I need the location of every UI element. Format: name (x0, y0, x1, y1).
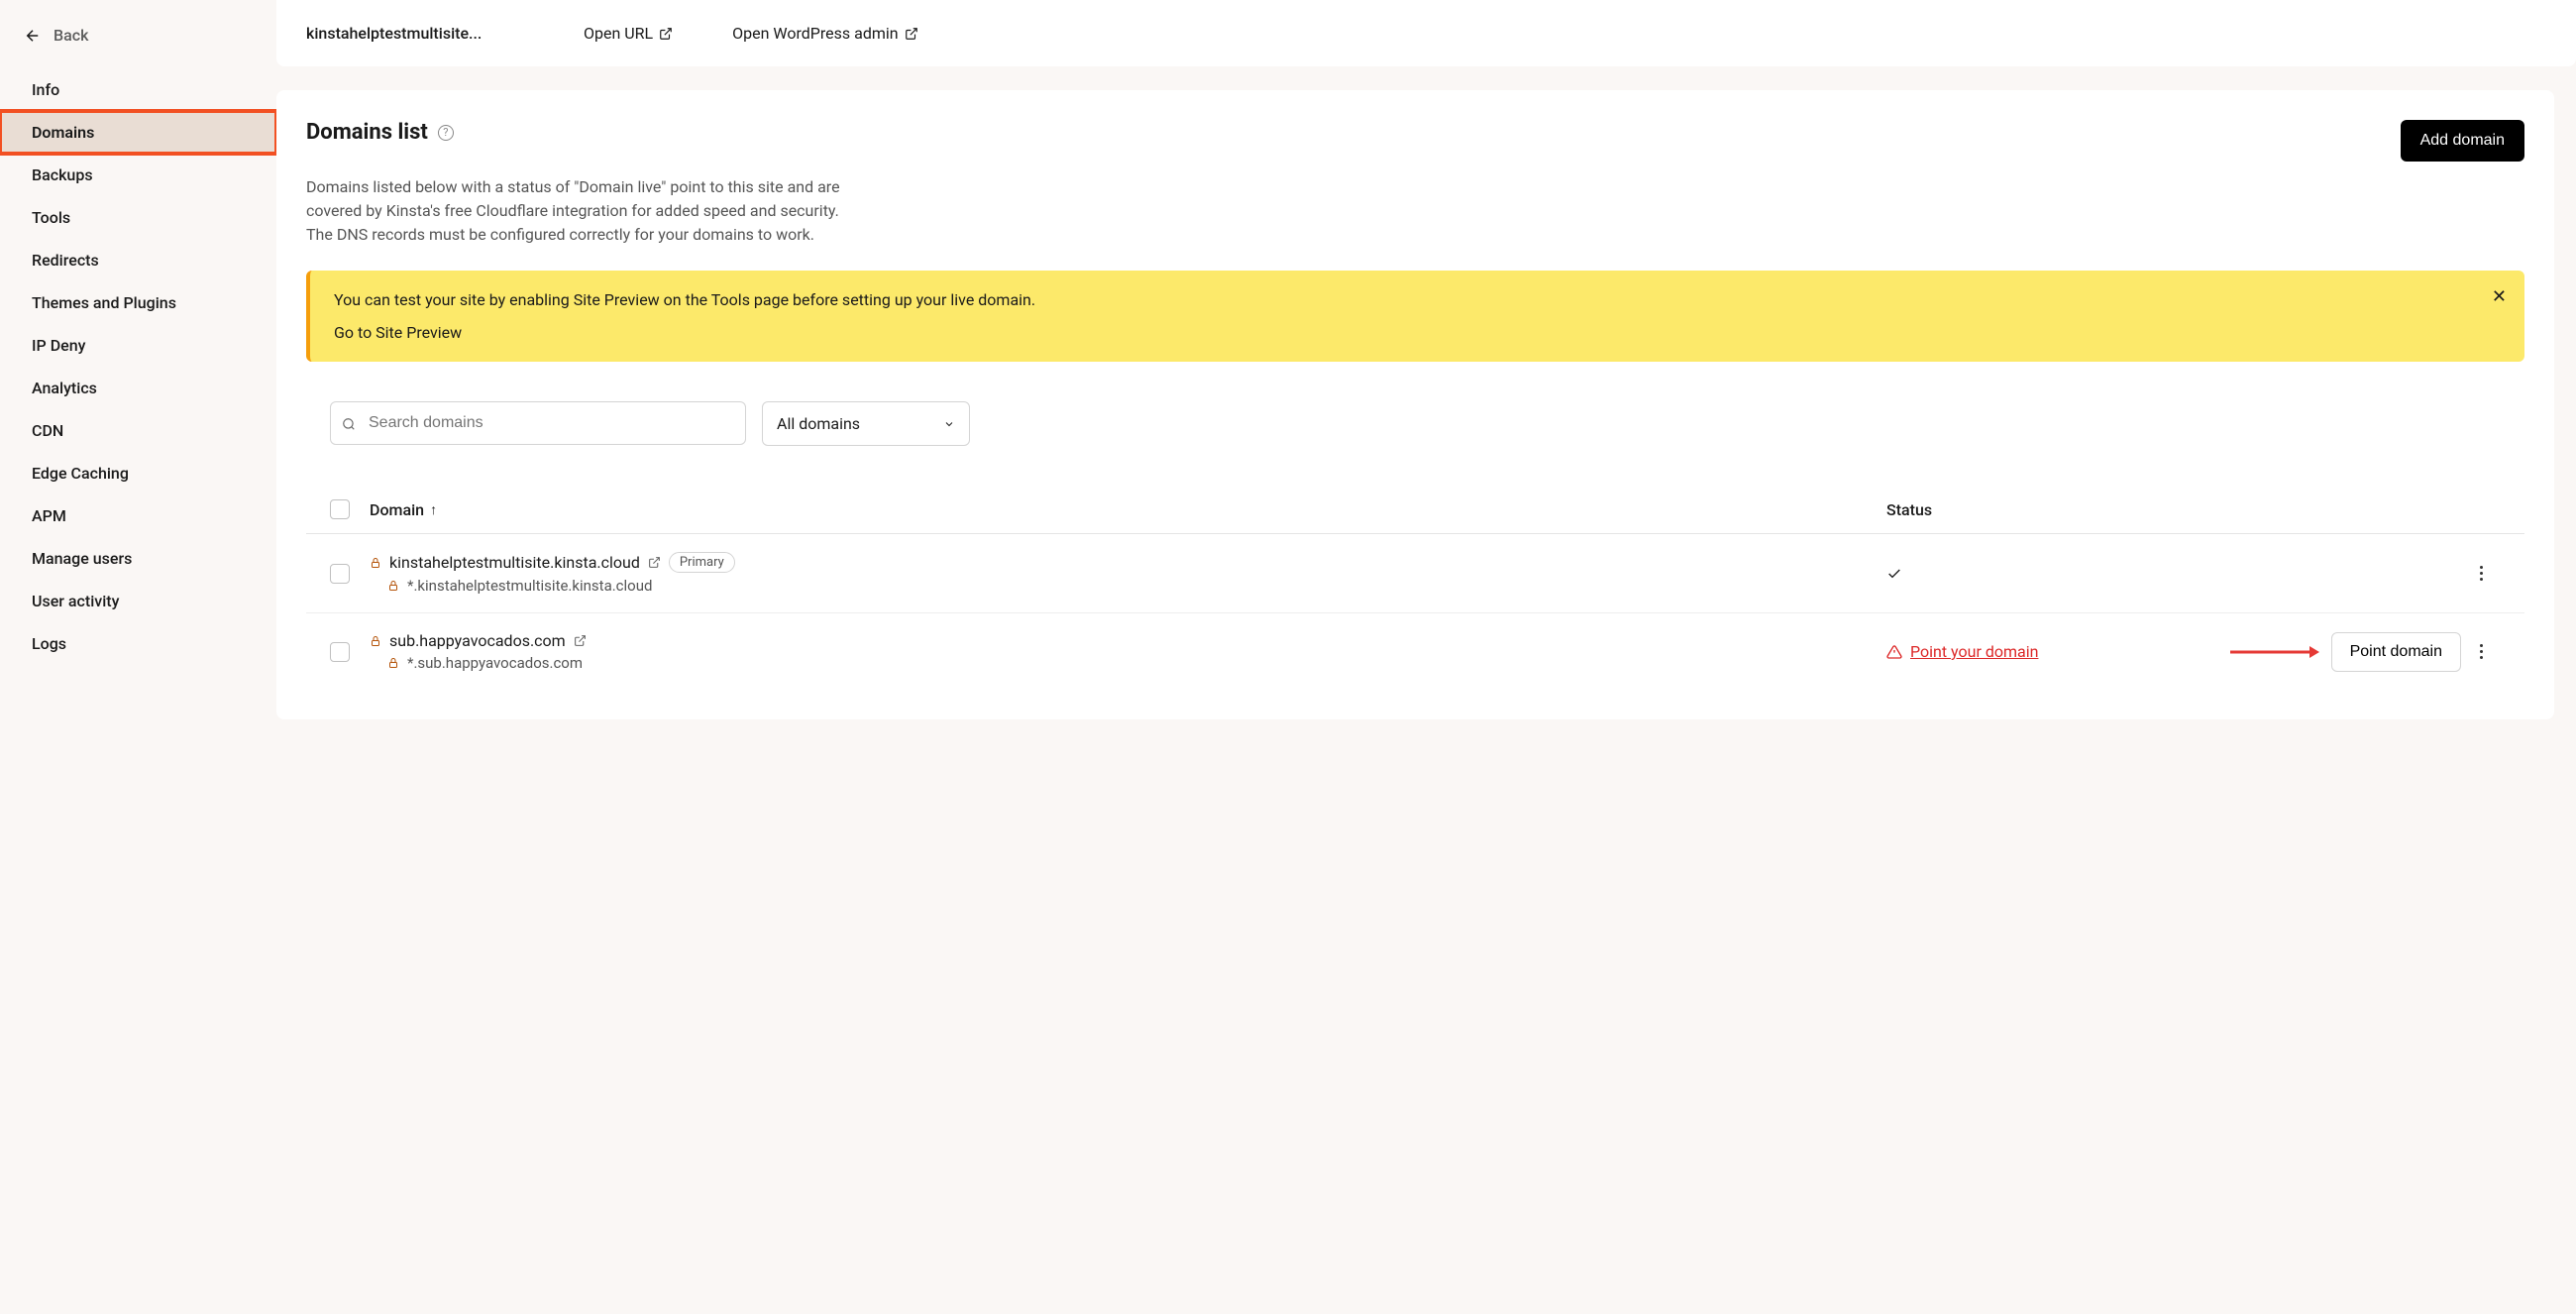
site-name: kinstahelptestmultisite... (306, 24, 524, 43)
wildcard-domain: *.kinstahelptestmultisite.kinsta.cloud (407, 577, 652, 595)
open-wp-admin-link[interactable]: Open WordPress admin (732, 24, 917, 43)
column-domain[interactable]: Domain ↑ (370, 500, 1886, 519)
point-your-domain-link[interactable]: Point your domain (1910, 642, 2038, 661)
domains-table: Domain ↑ Status kinstahelptestmultisite.… (306, 486, 2524, 690)
sidebar-item-analytics[interactable]: Analytics (0, 367, 276, 409)
back-label: Back (54, 26, 88, 45)
sidebar-item-redirects[interactable]: Redirects (0, 239, 276, 281)
chevron-down-icon (943, 418, 955, 430)
sidebar-item-themes-plugins[interactable]: Themes and Plugins (0, 281, 276, 324)
filter-selected-label: All domains (777, 414, 860, 433)
sidebar-item-domains[interactable]: Domains (0, 111, 276, 154)
external-link-icon[interactable] (648, 556, 661, 569)
alert-text: You can test your site by enabling Site … (334, 290, 2501, 309)
search-icon (342, 417, 356, 431)
sidebar-item-ip-deny[interactable]: IP Deny (0, 324, 276, 367)
alert-link[interactable]: Go to Site Preview (334, 323, 2501, 342)
sidebar-item-edge-caching[interactable]: Edge Caching (0, 452, 276, 494)
topbar: kinstahelptestmultisite... Open URL Open… (276, 0, 2576, 66)
primary-badge: Primary (669, 552, 735, 573)
table-header: Domain ↑ Status (306, 486, 2524, 534)
domains-panel: Domains list ? Add domain Domains listed… (276, 90, 2554, 719)
row-menu-button[interactable] (2461, 566, 2501, 581)
open-url-label: Open URL (584, 24, 653, 43)
row-checkbox[interactable] (330, 564, 350, 584)
sidebar-item-user-activity[interactable]: User activity (0, 580, 276, 622)
search-input[interactable] (330, 401, 746, 445)
sidebar: Back Info Domains Backups Tools Redirect… (0, 0, 276, 1314)
open-url-link[interactable]: Open URL (584, 24, 673, 43)
panel-title: Domains list (306, 120, 428, 145)
domain-name[interactable]: sub.happyavocados.com (389, 631, 566, 650)
table-row: kinstahelptestmultisite.kinsta.cloud Pri… (306, 534, 2524, 613)
panel-description: Domains listed below with a status of "D… (306, 175, 861, 247)
external-link-icon (659, 27, 673, 41)
help-icon[interactable]: ? (438, 125, 454, 141)
sidebar-item-tools[interactable]: Tools (0, 196, 276, 239)
lock-icon (387, 657, 399, 669)
arrow-left-icon (24, 27, 42, 45)
warning-icon (1886, 644, 1902, 660)
sidebar-item-apm[interactable]: APM (0, 494, 276, 537)
row-checkbox[interactable] (330, 642, 350, 662)
external-link-icon (905, 27, 918, 41)
sidebar-item-info[interactable]: Info (0, 68, 276, 111)
table-row: sub.happyavocados.com *.sub.happyavocado… (306, 613, 2524, 690)
open-wp-label: Open WordPress admin (732, 24, 898, 43)
wildcard-domain: *.sub.happyavocados.com (407, 654, 583, 672)
domain-name[interactable]: kinstahelptestmultisite.kinsta.cloud (389, 553, 640, 572)
arrow-right-icon (2230, 645, 2319, 659)
sort-arrow-up-icon: ↑ (430, 501, 437, 518)
close-icon[interactable]: ✕ (2492, 288, 2507, 306)
sidebar-item-cdn[interactable]: CDN (0, 409, 276, 452)
external-link-icon[interactable] (574, 634, 587, 647)
sidebar-item-backups[interactable]: Backups (0, 154, 276, 196)
main-content: kinstahelptestmultisite... Open URL Open… (276, 0, 2576, 1314)
sidebar-item-logs[interactable]: Logs (0, 622, 276, 665)
domain-filter-select[interactable]: All domains (762, 401, 970, 446)
lock-icon (370, 557, 381, 569)
select-all-checkbox[interactable] (330, 499, 350, 519)
check-icon (1886, 566, 1902, 582)
lock-icon (370, 635, 381, 647)
site-preview-alert: You can test your site by enabling Site … (306, 271, 2524, 362)
add-domain-button[interactable]: Add domain (2401, 120, 2524, 162)
back-button[interactable]: Back (0, 20, 276, 51)
sidebar-item-manage-users[interactable]: Manage users (0, 537, 276, 580)
lock-icon (387, 580, 399, 592)
column-status[interactable]: Status (1886, 500, 2223, 519)
point-domain-button[interactable]: Point domain (2331, 632, 2461, 672)
row-menu-button[interactable] (2461, 644, 2501, 659)
